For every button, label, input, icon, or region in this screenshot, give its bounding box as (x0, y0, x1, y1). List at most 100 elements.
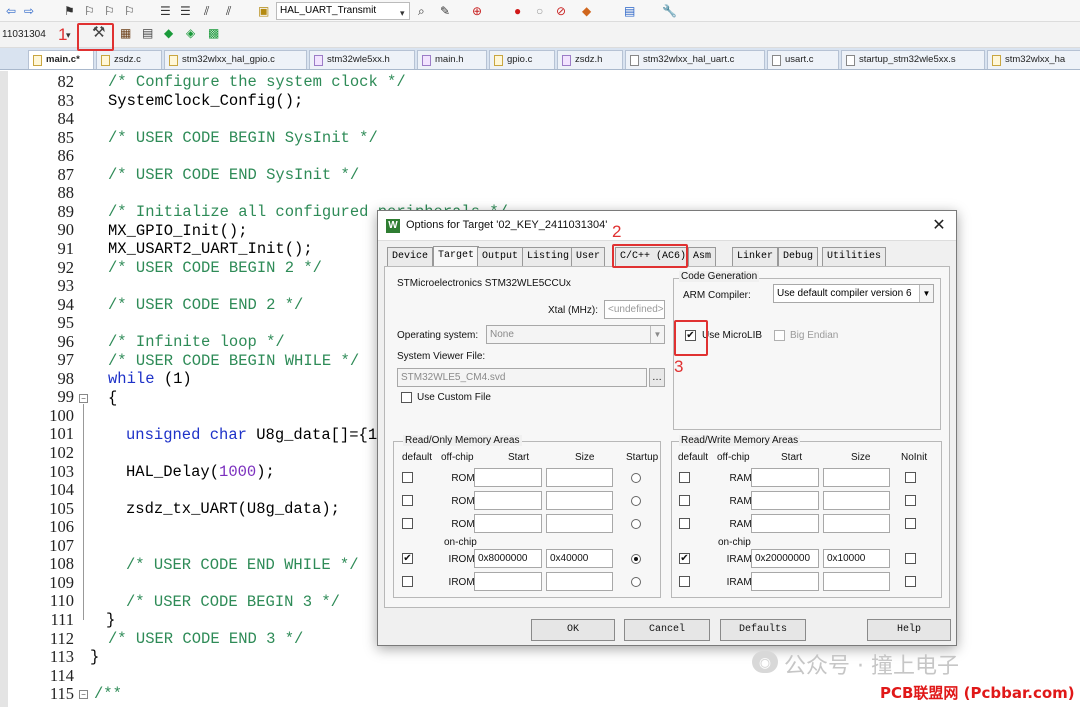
fold-toggle[interactable]: − (79, 690, 88, 699)
size-input[interactable]: 0x40000 (546, 549, 613, 568)
tab-utilities[interactable]: Utilities (822, 247, 887, 266)
size-input[interactable] (546, 514, 613, 533)
noinit-checkbox[interactable] (905, 576, 916, 587)
help-button[interactable]: Help (867, 619, 951, 641)
start-address-input[interactable] (474, 572, 542, 591)
startup-radio[interactable] (631, 554, 641, 564)
find-combo[interactable]: HAL_UART_Transmit (276, 2, 410, 20)
startup-radio[interactable] (631, 519, 641, 529)
tab-hal-gpio-c[interactable]: stm32wlxx_hal_gpio.c (164, 50, 307, 69)
close-icon[interactable]: ✕ (928, 215, 950, 237)
tab-usart-c[interactable]: usart.c (767, 50, 839, 69)
size-input[interactable] (823, 468, 890, 487)
xtal-input[interactable]: <undefined> (604, 300, 665, 319)
default-checkbox[interactable] (402, 472, 413, 483)
noinit-checkbox[interactable] (905, 518, 916, 529)
default-checkbox[interactable] (679, 472, 690, 483)
size-input[interactable] (823, 491, 890, 510)
tab-user[interactable]: User (571, 247, 606, 266)
fold-toggle[interactable]: − (79, 394, 88, 403)
manage-project-icon[interactable]: ▦ (120, 25, 131, 41)
start-address-input[interactable]: 0x20000000 (751, 549, 819, 568)
defaults-button[interactable]: Defaults (720, 619, 806, 641)
cancel-button[interactable]: Cancel (624, 619, 710, 641)
bookmark-prev-icon[interactable]: ⚐ (84, 3, 95, 19)
tab-main-h[interactable]: main.h (417, 50, 487, 69)
tab-stm32wle5xx-h[interactable]: stm32wle5xx.h (309, 50, 415, 69)
find-icon[interactable]: ⌕ (418, 3, 425, 19)
default-checkbox[interactable] (402, 518, 413, 529)
tab-hal-h[interactable]: stm32wlxx_ha (987, 50, 1080, 69)
tab-zsdz-c[interactable]: zsdz.c (96, 50, 162, 69)
noinit-checkbox[interactable] (905, 495, 916, 506)
breakpoint-clear-icon[interactable]: ⊘ (556, 3, 566, 19)
big-endian-checkbox[interactable] (774, 330, 785, 341)
tab-gpio-c[interactable]: gpio.c (489, 50, 555, 69)
uncomment-icon[interactable]: ⫽ (226, 3, 231, 19)
forward-icon[interactable]: ⇨ (24, 3, 34, 19)
tab-main-c[interactable]: main.c* (28, 50, 94, 69)
noinit-checkbox[interactable] (905, 472, 916, 483)
default-checkbox[interactable] (679, 518, 690, 529)
ok-button[interactable]: OK (531, 619, 615, 641)
tab-asm[interactable]: Asm (688, 247, 717, 266)
tab-zsdz-h[interactable]: zsdz.h (557, 50, 623, 69)
start-address-input[interactable] (474, 491, 542, 510)
custom-file-checkbox[interactable] (401, 392, 412, 403)
default-checkbox[interactable] (402, 495, 413, 506)
start-address-input[interactable] (751, 468, 819, 487)
incremental-find-icon[interactable]: ✎ (440, 3, 450, 19)
tab-startup-s[interactable]: startup_stm32wle5xx.s (841, 50, 985, 69)
file-extensions-icon[interactable]: ▤ (142, 25, 153, 41)
tab-device[interactable]: Device (387, 247, 434, 266)
configure-icon[interactable]: 🔧 (662, 3, 677, 19)
comment-icon[interactable]: ⫽ (204, 3, 209, 19)
breakpoint-icon[interactable]: ● (514, 3, 521, 19)
start-address-input[interactable] (751, 514, 819, 533)
startup-radio[interactable] (631, 577, 641, 587)
arm-compiler-select[interactable]: Use default compiler version 6 ▼ (773, 284, 934, 303)
os-select[interactable]: None ▼ (486, 325, 665, 344)
size-input[interactable] (823, 514, 890, 533)
tab-output[interactable]: Output (477, 247, 524, 266)
size-input[interactable] (546, 491, 613, 510)
start-address-input[interactable] (474, 468, 542, 487)
default-checkbox[interactable] (402, 576, 413, 587)
tab-linker[interactable]: Linker (732, 247, 779, 266)
bookmark-next-icon[interactable]: ⚐ (104, 3, 115, 19)
bookmark-clear-icon[interactable]: ⚐ (124, 3, 135, 19)
tab-hal-uart-c[interactable]: stm32wlxx_hal_uart.c (625, 50, 765, 69)
startup-radio[interactable] (631, 473, 641, 483)
indent-icon[interactable]: ☰ (160, 3, 171, 19)
startup-radio[interactable] (631, 496, 641, 506)
unindent-icon[interactable]: ☰ (180, 3, 191, 19)
size-input[interactable]: 0x10000 (823, 549, 890, 568)
start-address-input[interactable] (751, 572, 819, 591)
back-icon[interactable]: ⇦ (6, 3, 16, 19)
bookmark-icon[interactable]: ⚑ (64, 3, 75, 19)
default-checkbox[interactable]: ✔ (402, 553, 413, 564)
tab-listing[interactable]: Listing (522, 247, 575, 266)
default-checkbox[interactable]: ✔ (679, 553, 690, 564)
size-input[interactable] (823, 572, 890, 591)
svf-input[interactable]: STM32WLE5_CM4.svd (397, 368, 647, 387)
default-checkbox[interactable] (679, 576, 690, 587)
target-combo[interactable]: 11031304 (2, 29, 46, 40)
browse-button[interactable]: … (649, 368, 665, 387)
select-packs-icon[interactable]: ◈ (186, 25, 195, 41)
default-checkbox[interactable] (679, 495, 690, 506)
manage-runtime-icon[interactable]: ▩ (208, 25, 219, 41)
start-address-input[interactable] (474, 514, 542, 533)
debug-session-icon[interactable]: ⊕ (472, 3, 482, 19)
size-input[interactable] (546, 468, 613, 487)
size-input[interactable] (546, 572, 613, 591)
noinit-checkbox[interactable] (905, 553, 916, 564)
chevron-down-icon[interactable]: ▾ (400, 5, 405, 21)
window-layout-icon[interactable]: ▤ (624, 3, 635, 19)
tab-debug[interactable]: Debug (778, 247, 819, 266)
pack-installer-icon[interactable]: ◆ (164, 25, 173, 41)
breakpoint-disable-icon[interactable]: ○ (536, 3, 543, 19)
start-address-input[interactable] (751, 491, 819, 510)
start-address-input[interactable]: 0x8000000 (474, 549, 542, 568)
find-in-files-icon[interactable]: ▣ (258, 3, 269, 19)
